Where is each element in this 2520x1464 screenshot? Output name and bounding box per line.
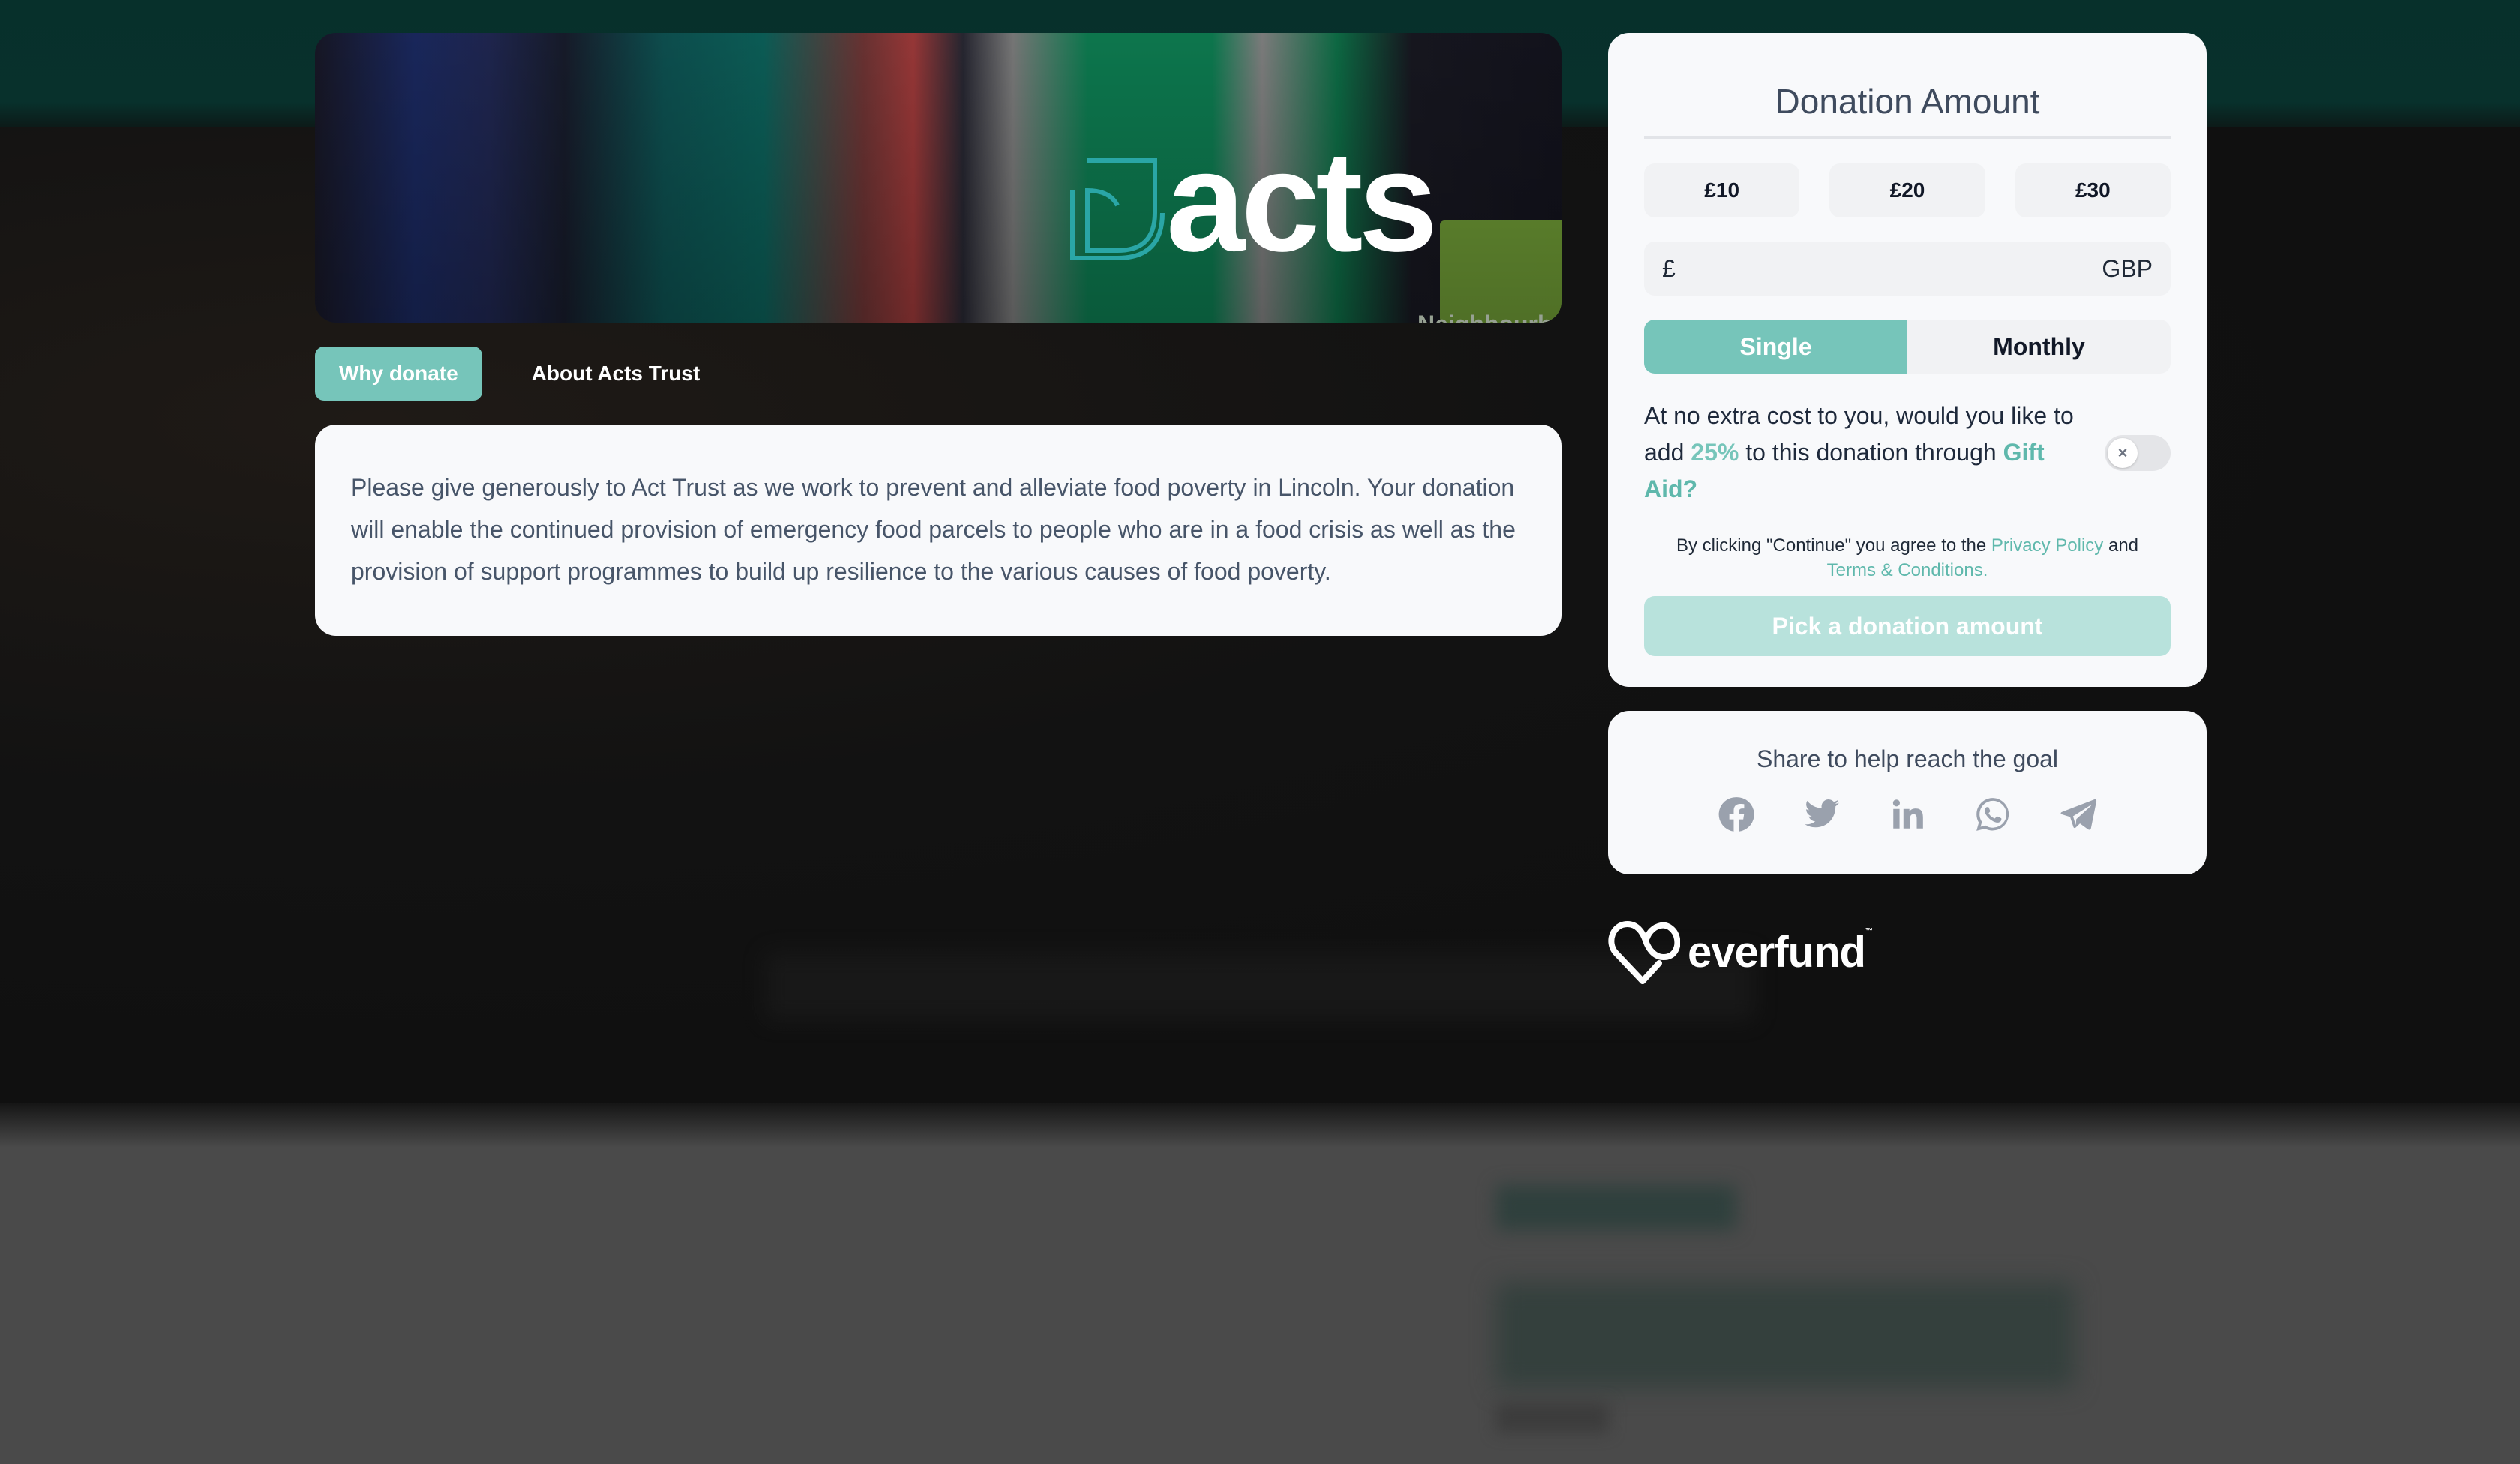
custom-amount-input[interactable]	[1684, 254, 2093, 283]
donation-form: Donation Amount £10 £20 £30 £ GBP Single…	[1608, 33, 2206, 687]
frequency-monthly[interactable]: Monthly	[1907, 320, 2170, 374]
twitter-icon[interactable]	[1803, 796, 1840, 833]
gift-aid-text: At no extra cost to you, would you like …	[1644, 402, 2074, 502]
whatsapp-icon[interactable]	[1974, 796, 2012, 833]
pick-donation-amount-button[interactable]: Pick a donation amount	[1644, 596, 2170, 656]
campaign-description-card: Please give generously to Act Trust as w…	[315, 424, 1562, 636]
acts-brand-wordmark: acts	[1166, 122, 1438, 281]
share-icons	[1608, 796, 2206, 833]
amount-button-30[interactable]: £30	[2014, 164, 2170, 218]
everfund-logo[interactable]: everfund™	[1608, 920, 1873, 984]
gift-aid-row: At no extra cost to you, would you like …	[1644, 398, 2170, 508]
share-card: Share to help reach the goal	[1608, 711, 2206, 874]
donation-title: Donation Amount	[1774, 82, 2040, 121]
currency-code: GBP	[2102, 254, 2152, 282]
background-blurred-news-date	[1496, 1402, 1609, 1432]
campaign-hero-image: Neighbourhood Food C... acts	[315, 33, 1562, 322]
close-icon: ×	[2108, 437, 2138, 468]
everfund-wordmark: everfund™	[1688, 926, 1873, 976]
currency-symbol: £	[1662, 254, 1676, 282]
terms-notice: By clicking "Continue" you agree to the …	[1676, 536, 2139, 580]
tab-why-donate[interactable]: Why donate	[315, 346, 482, 400]
frequency-selector: Single Monthly	[1644, 320, 2170, 374]
telegram-icon[interactable]	[2060, 796, 2097, 833]
gift-aid-percent: 25%	[1690, 439, 1739, 466]
frequency-single[interactable]: Single	[1644, 320, 1907, 374]
privacy-policy-link[interactable]: Privacy Policy	[1991, 536, 2103, 556]
acts-logo-icon	[1070, 158, 1165, 260]
divider	[1644, 136, 2170, 140]
linkedin-icon[interactable]	[1888, 796, 1926, 833]
tab-about-acts-trust[interactable]: About Acts Trust	[508, 346, 724, 400]
background-lower-section	[0, 1102, 2520, 1464]
gift-aid-toggle[interactable]: ×	[2104, 434, 2170, 471]
share-title: Share to help reach the goal	[1756, 746, 2059, 772]
campaign-tabs: Why donate About Acts Trust	[315, 346, 724, 400]
facebook-icon[interactable]	[1718, 796, 1755, 833]
background-blurred-heading	[765, 952, 1755, 1020]
preset-amounts: £10 £20 £30	[1644, 164, 2170, 218]
custom-amount-field[interactable]: £ GBP	[1644, 242, 2170, 296]
amount-button-10[interactable]: £10	[1644, 164, 1800, 218]
campaign-description: Please give generously to Act Trust as w…	[351, 474, 1516, 585]
background-blurred-news-title	[1496, 1185, 1736, 1230]
heart-icon	[1608, 921, 1680, 984]
amount-button-20[interactable]: £20	[1829, 164, 1985, 218]
terms-conditions-link[interactable]: Terms & Conditions.	[1827, 560, 1988, 580]
background-blurred-news-item	[1496, 1282, 2074, 1388]
